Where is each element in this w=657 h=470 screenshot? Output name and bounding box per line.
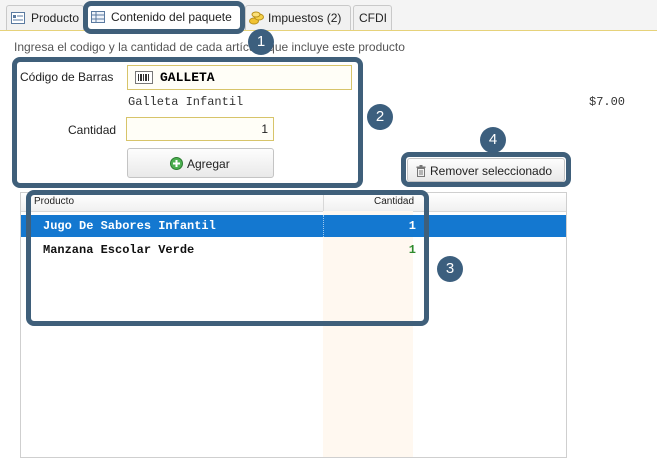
callout-box-4 [401, 152, 571, 187]
tab-impuestos[interactable]: Impuestos (2) [245, 5, 351, 30]
product-price: $7.00 [589, 95, 626, 109]
callout-box-1 [83, 1, 245, 34]
coins-icon [249, 11, 264, 25]
callout-badge-1: 1 [248, 29, 274, 55]
tab-producto-label: Producto [31, 11, 80, 25]
product-card-icon [11, 12, 25, 24]
tab-cfdi-label: CFDI [359, 11, 387, 25]
tab-producto[interactable]: Producto [6, 5, 84, 30]
tab-cfdi[interactable]: CFDI [353, 5, 392, 30]
tab-impuestos-label: Impuestos (2) [268, 11, 342, 25]
instructions-text: Ingresa el codigo y la cantidad de cada … [14, 40, 405, 54]
callout-badge-4: 4 [480, 127, 506, 153]
callout-badge-3: 3 [437, 256, 463, 282]
callout-box-2 [12, 57, 363, 188]
callout-box-3 [26, 190, 429, 326]
callout-badge-2: 2 [367, 104, 393, 130]
